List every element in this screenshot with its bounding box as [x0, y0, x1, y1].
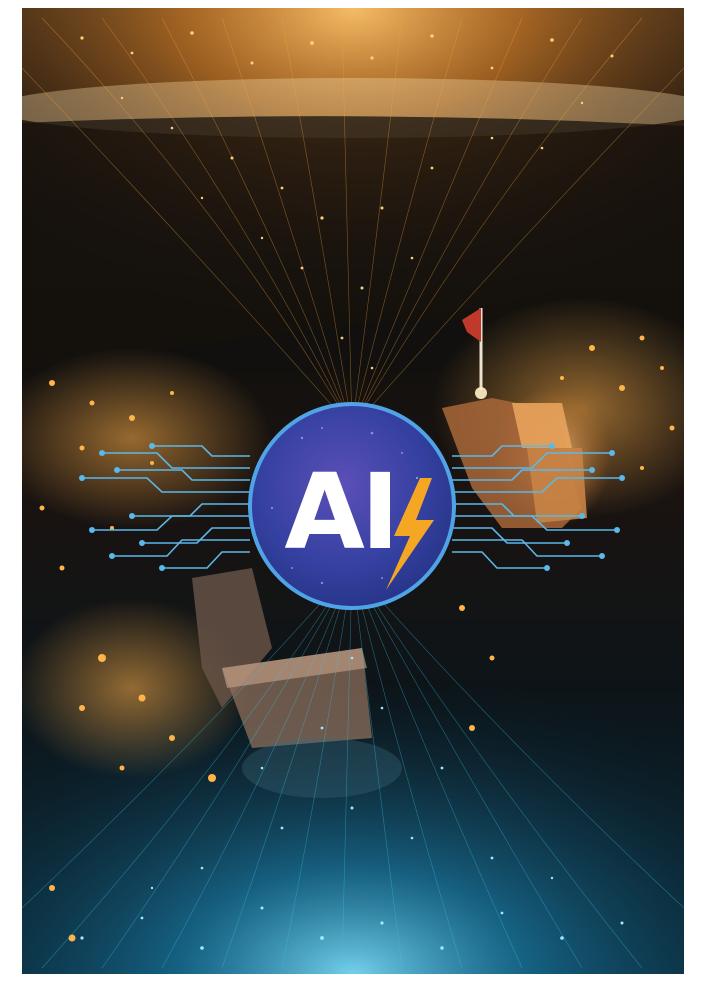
logo-text: AI	[284, 451, 395, 573]
page: AI	[0, 0, 712, 987]
ai-poster-image: AI	[22, 8, 684, 974]
poster-artwork: AI	[22, 8, 684, 974]
ai-logo: AI	[248, 402, 456, 610]
